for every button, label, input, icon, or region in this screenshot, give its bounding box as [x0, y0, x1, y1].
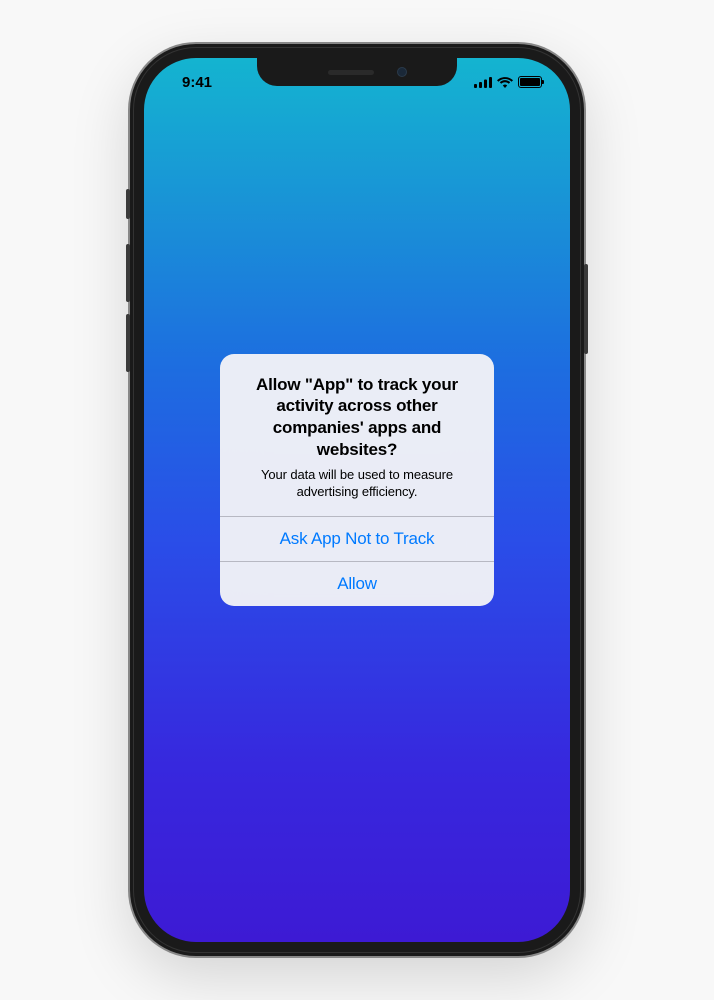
- iphone-device-frame: 9:41: [130, 44, 584, 956]
- dialog-title: Allow "App" to track your activity acros…: [238, 374, 476, 461]
- volume-up-button: [126, 244, 130, 302]
- cellular-signal-icon: [474, 77, 492, 88]
- dialog-subtitle: Your data will be used to measure advert…: [238, 467, 476, 501]
- status-indicators: [474, 72, 546, 88]
- power-button: [584, 264, 588, 354]
- phone-screen: 9:41: [144, 58, 570, 942]
- volume-down-button: [126, 314, 130, 372]
- allow-button[interactable]: Allow: [220, 561, 494, 606]
- modal-overlay: Allow "App" to track your activity acros…: [144, 58, 570, 942]
- battery-icon: [518, 76, 542, 88]
- speaker-grille: [328, 70, 374, 75]
- ask-not-to-track-button[interactable]: Ask App Not to Track: [220, 516, 494, 561]
- tracking-permission-dialog: Allow "App" to track your activity acros…: [220, 354, 494, 607]
- silence-switch: [126, 189, 130, 219]
- display-notch: [257, 58, 457, 86]
- status-time: 9:41: [168, 70, 212, 91]
- dialog-content: Allow "App" to track your activity acros…: [220, 354, 494, 517]
- front-camera: [397, 67, 407, 77]
- wifi-icon: [497, 77, 513, 88]
